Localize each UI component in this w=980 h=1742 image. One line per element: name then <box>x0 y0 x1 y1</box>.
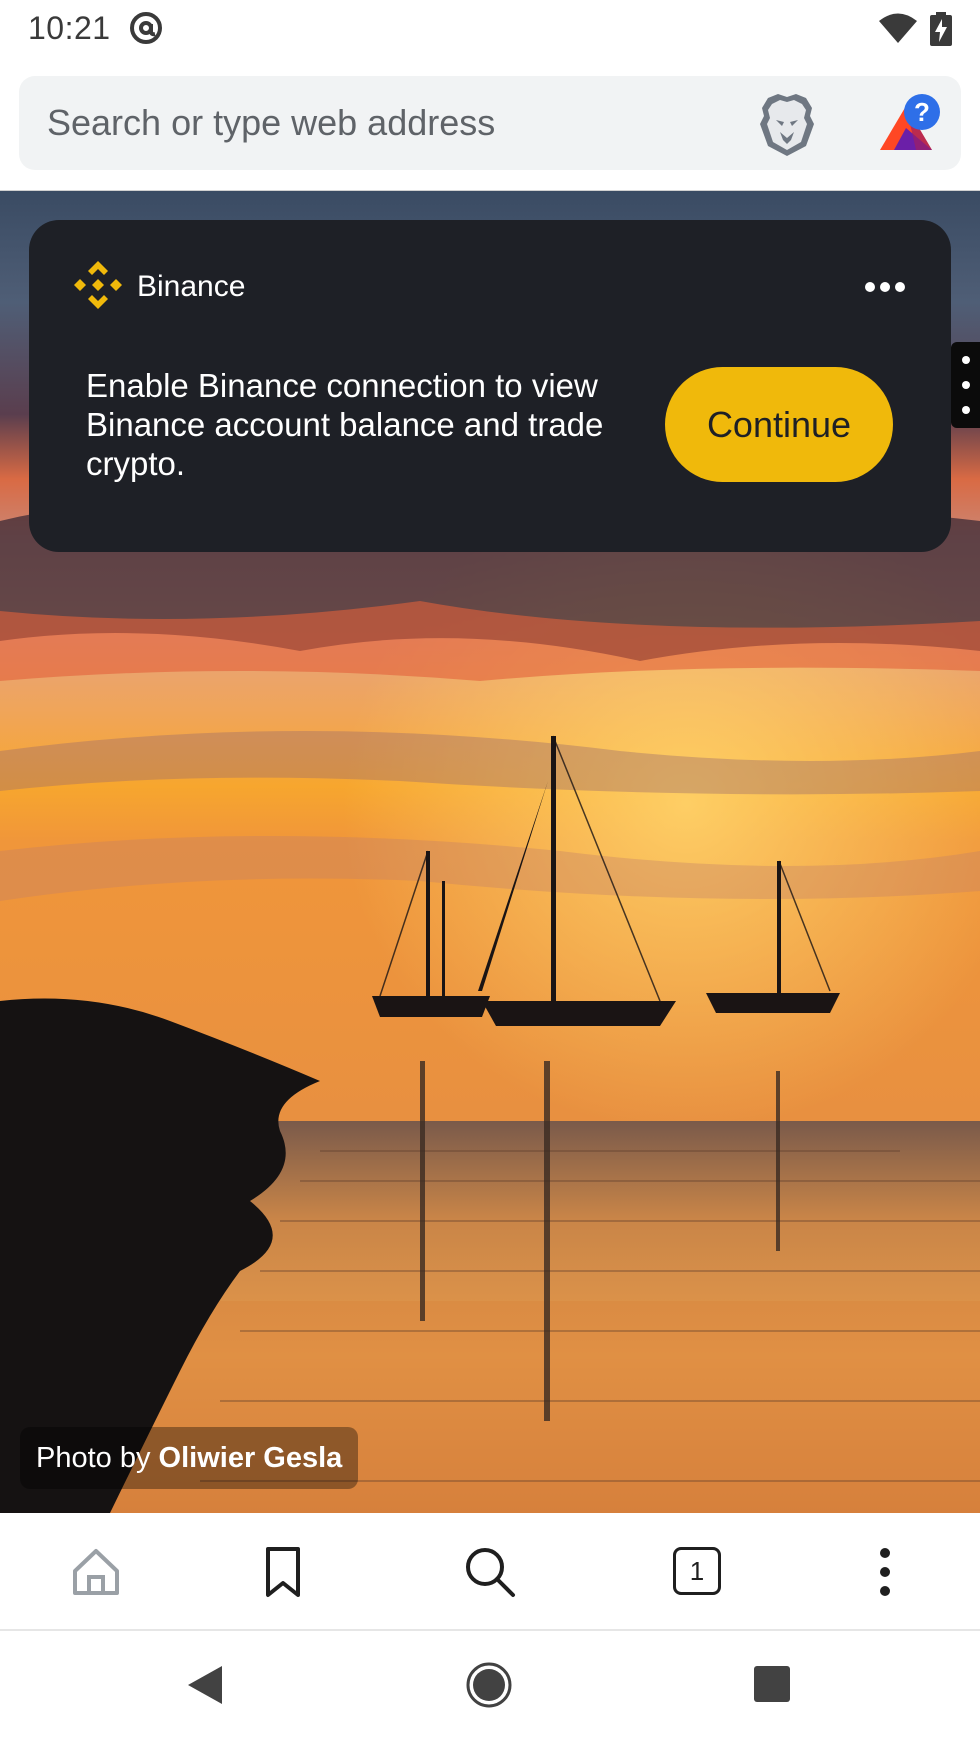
recents-icon[interactable] <box>754 1666 790 1702</box>
photo-credit[interactable]: Photo by Oliwier Gesla <box>20 1427 359 1489</box>
home-icon[interactable] <box>69 1545 123 1599</box>
handle-dot <box>962 381 970 389</box>
menu-dot <box>865 282 875 292</box>
brave-shields-icon[interactable] <box>758 92 816 158</box>
menu-dot <box>880 282 890 292</box>
handle-dot <box>962 406 970 414</box>
handle-dot <box>962 356 970 364</box>
at-sign-icon <box>130 12 162 44</box>
svg-text:?: ? <box>914 97 930 127</box>
binance-card-message: Enable Binance connection to view Binanc… <box>86 367 604 482</box>
back-icon[interactable] <box>186 1664 224 1706</box>
continue-button[interactable]: Continue <box>665 367 893 482</box>
home-circle-icon[interactable] <box>466 1662 512 1708</box>
status-time: 10:21 <box>28 10 111 46</box>
status-bar: 10:21 <box>0 0 980 62</box>
side-panel-handle[interactable] <box>951 342 980 428</box>
binance-card-title: Binance <box>137 270 246 303</box>
card-more-menu-icon[interactable] <box>862 272 908 302</box>
photo-credit-prefix: Photo by <box>36 1442 151 1474</box>
battery-charging-icon <box>930 12 952 46</box>
brave-rewards-icon[interactable]: ? <box>874 92 944 154</box>
address-bar[interactable] <box>19 76 961 170</box>
more-vert-icon[interactable] <box>858 1545 912 1599</box>
wifi-icon <box>879 13 917 43</box>
binance-logo-icon <box>74 261 122 309</box>
bookmark-icon[interactable] <box>256 1545 310 1599</box>
search-icon[interactable] <box>463 1545 517 1599</box>
tabs-icon[interactable]: 1 <box>673 1547 721 1595</box>
menu-dot <box>895 282 905 292</box>
photo-credit-author[interactable]: Oliwier Gesla <box>159 1442 343 1474</box>
address-input[interactable] <box>47 76 727 170</box>
